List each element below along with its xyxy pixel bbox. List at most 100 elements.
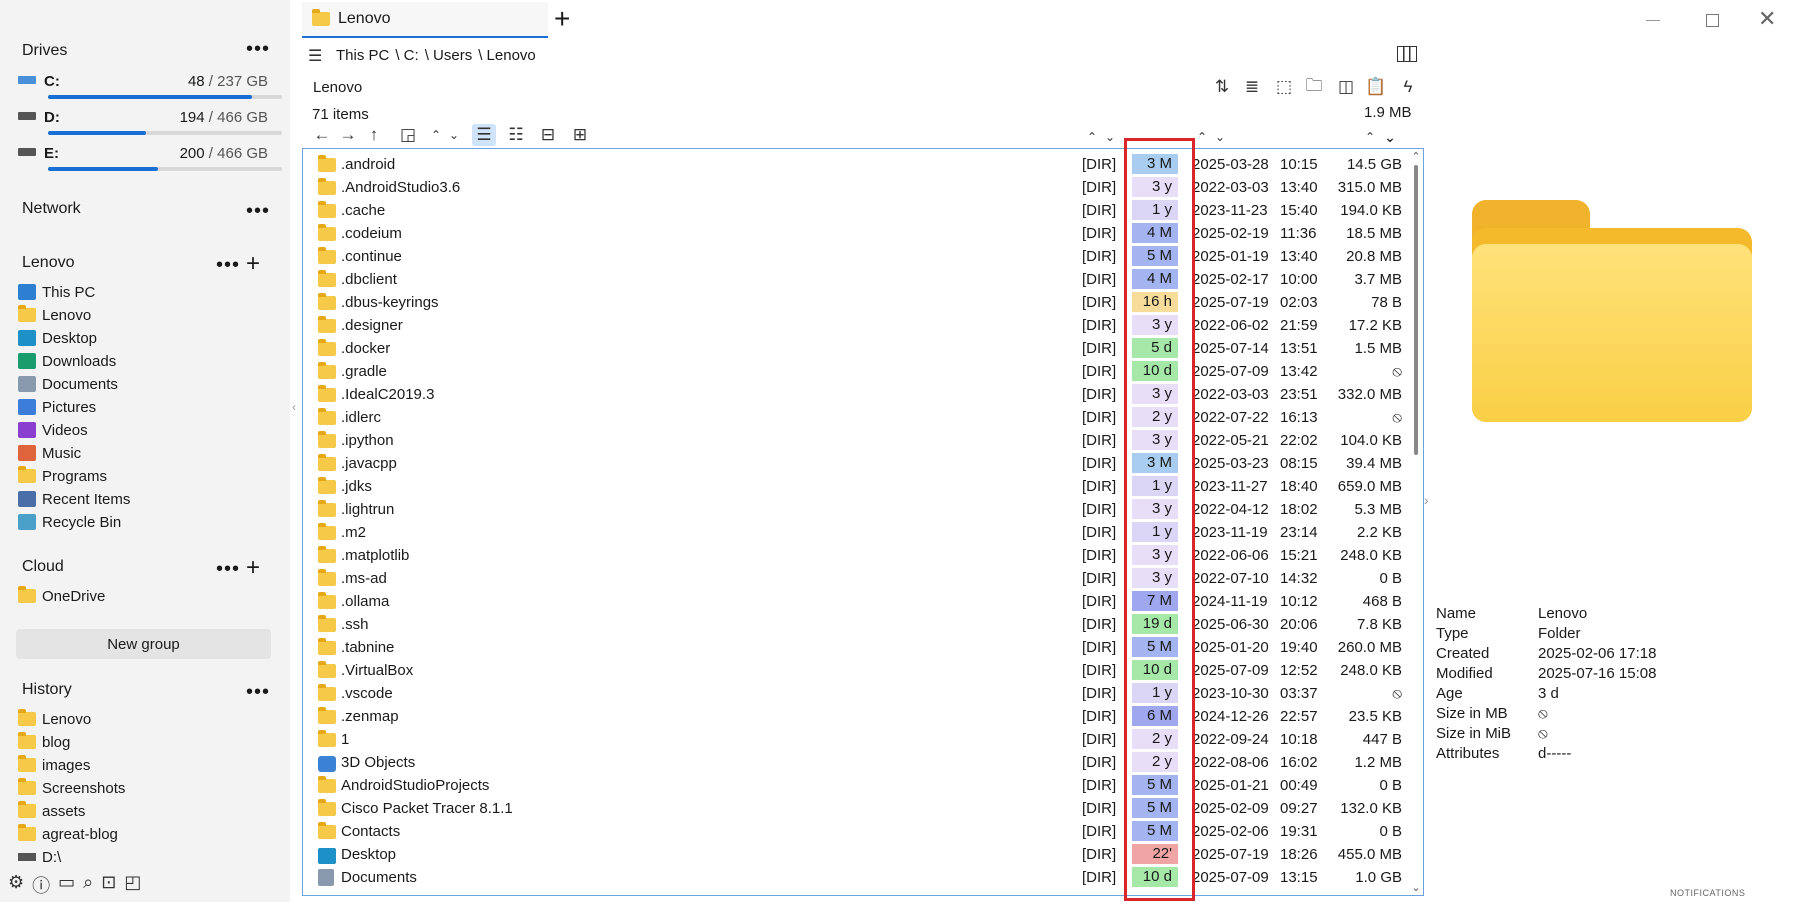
close-icon[interactable]: ✕ (1758, 6, 1776, 32)
maximize-icon[interactable] (1706, 14, 1719, 27)
table-row[interactable]: .AndroidStudio3.6 [DIR] 3 y 2022-03-03 13:40… (302, 176, 1422, 199)
history-item[interactable]: agreat-blog (18, 823, 118, 845)
view-tiles-icon[interactable]: ⊞ (568, 124, 592, 146)
breadcrumb-this-pc[interactable]: This PC (336, 47, 389, 64)
table-row[interactable]: .dbus-keyrings [DIR] 16 h 2025-07-19 02:03 78… (302, 291, 1422, 314)
table-row[interactable]: AndroidStudioProjects [DIR] 5 M 2025-01-21 0… (302, 774, 1422, 797)
table-row[interactable]: .ipython [DIR] 3 y 2022-05-21 22:02 104.0 KB (302, 429, 1422, 452)
notifications-label[interactable]: NOTIFICATIONS (1670, 888, 1745, 898)
table-row[interactable]: .ms-ad [DIR] 3 y 2022-07-10 14:32 0 B (302, 567, 1422, 590)
panel-icon[interactable]: ▭ (58, 872, 75, 898)
table-row[interactable]: .zenmap [DIR] 6 M 2024-12-26 22:57 23.5 KB (302, 705, 1422, 728)
table-row[interactable]: .lightrun [DIR] 3 y 2022-04-12 18:02 5.3 MB (302, 498, 1422, 521)
cloud-add-icon[interactable]: + (246, 556, 260, 580)
history-item[interactable]: images (18, 754, 90, 776)
sidebar-item-6[interactable]: Videos (18, 419, 88, 441)
table-row[interactable]: .matplotlib [DIR] 3 y 2022-06-06 15:21 248.0 … (302, 544, 1422, 567)
breadcrumb-lenovo[interactable]: \ Lenovo (478, 47, 536, 64)
view-list-icon[interactable]: ☰ (472, 124, 496, 146)
scroll-down-icon[interactable]: ⌄ (1410, 881, 1422, 894)
view-details-icon[interactable]: ☷ (504, 124, 528, 146)
places-add-icon[interactable]: + (246, 252, 260, 276)
table-row[interactable]: .dbclient [DIR] 4 M 2025-02-17 10:00 3.7 MB (302, 268, 1422, 291)
table-row[interactable]: Desktop [DIR] 22' 2025-07-19 18:26 455.0 MB (302, 843, 1422, 866)
sidebar-item-0[interactable]: This PC (18, 281, 95, 303)
table-row[interactable]: .docker [DIR] 5 d 2025-07-14 13:51 1.5 MB (302, 337, 1422, 360)
select-icon[interactable]: ⬚ (1272, 76, 1296, 98)
table-row[interactable]: .gradle [DIR] 10 d 2025-07-09 13:42 ⦸ (302, 360, 1422, 383)
new-group-button[interactable]: New group (16, 629, 271, 659)
columns-icon[interactable] (1397, 46, 1417, 62)
new-folder-icon[interactable]: 🗀 (1302, 76, 1326, 98)
network-more-icon[interactable]: ••• (246, 201, 270, 221)
history-item[interactable]: Screenshots (18, 777, 125, 799)
new-file-icon[interactable]: ◫ (1334, 76, 1358, 98)
scrollbar[interactable]: ⌃ ⌄ (1410, 150, 1422, 894)
sidebar-item-2[interactable]: Desktop (18, 327, 97, 349)
sidebar-item-8[interactable]: Programs (18, 465, 107, 487)
forward-icon[interactable]: → (336, 124, 360, 146)
sort-icon[interactable]: ⇅ (1210, 76, 1234, 98)
preview-splitter[interactable]: › (1424, 492, 1429, 508)
table-row[interactable]: 3D Objects [DIR] 2 y 2022-08-06 16:02 1.2 MB (302, 751, 1422, 774)
table-row[interactable]: .IdealC2019.3 [DIR] 3 y 2022-03-03 23:51 332.… (302, 383, 1422, 406)
table-row[interactable]: .ollama [DIR] 7 M 2024-11-19 10:12 468 B (302, 590, 1422, 613)
sidebar-item-5[interactable]: Pictures (18, 396, 96, 418)
search-icon[interactable]: ⌕ (83, 872, 93, 898)
info-icon[interactable]: ⓘ (32, 872, 50, 898)
table-row[interactable]: .android [DIR] 3 M 2025-03-28 10:15 14.5 GB (302, 153, 1422, 176)
sidebar-item-onedrive[interactable]: OneDrive (18, 585, 105, 607)
table-row[interactable]: .tabnine [DIR] 5 M 2025-01-20 19:40 260.0 MB (302, 636, 1422, 659)
lightning-icon[interactable]: ϟ (1396, 76, 1420, 98)
sidebar-item-3[interactable]: Downloads (18, 350, 116, 372)
breadcrumb-c[interactable]: \ C: (395, 47, 418, 64)
table-row[interactable]: .javacpp [DIR] 3 M 2025-03-23 08:15 39.4 MB (302, 452, 1422, 475)
drives-more-icon[interactable]: ••• (246, 39, 270, 59)
table-row[interactable]: .VirtualBox [DIR] 10 d 2025-07-09 12:52 248.0… (302, 659, 1422, 682)
table-row[interactable]: .jdks [DIR] 1 y 2023-11-27 18:40 659.0 MB (302, 475, 1422, 498)
table-row[interactable]: .cache [DIR] 1 y 2023-11-23 15:40 194.0 KB (302, 199, 1422, 222)
table-row[interactable]: Documents [DIR] 10 d 2025-07-09 13:15 1.0 GB (302, 866, 1422, 889)
history-item[interactable]: blog (18, 731, 70, 753)
new-window-icon[interactable]: ◰ (124, 872, 141, 898)
history-item[interactable]: D:\ (18, 846, 61, 868)
back-icon[interactable]: ← (310, 124, 334, 146)
breadcrumb-users[interactable]: \ Users (425, 47, 473, 64)
table-row[interactable]: .idlerc [DIR] 2 y 2022-07-22 16:13 ⦸ (302, 406, 1422, 429)
sort-desc-icon[interactable]: ⌄ (442, 124, 466, 146)
sidebar-splitter[interactable]: ‹ (292, 400, 298, 470)
minimize-icon[interactable] (1646, 20, 1660, 21)
date-sort-desc-icon[interactable]: ⌄ (1208, 126, 1232, 148)
table-row[interactable]: Contacts [DIR] 5 M 2025-02-06 19:31 0 B (302, 820, 1422, 843)
table-row[interactable]: .codeium [DIR] 4 M 2025-02-19 11:36 18.5 MB (302, 222, 1422, 245)
sidebar-item-10[interactable]: Recycle Bin (18, 511, 121, 533)
paste-icon[interactable]: 📋 (1364, 76, 1388, 98)
sidebar-item-7[interactable]: Music (18, 442, 81, 464)
up-icon[interactable]: ↑ (362, 124, 386, 146)
tab-lenovo[interactable]: Lenovo (302, 2, 548, 38)
table-row[interactable]: .m2 [DIR] 1 y 2023-11-19 23:14 2.2 KB (302, 521, 1422, 544)
table-row[interactable]: .ssh [DIR] 19 d 2025-06-30 20:06 7.8 KB (302, 613, 1422, 636)
places-more-icon[interactable]: ••• (216, 255, 240, 275)
settings-icon[interactable]: ⚙ (8, 872, 24, 898)
history-more-icon[interactable]: ••• (246, 682, 270, 702)
table-row[interactable]: 1 [DIR] 2 y 2022-09-24 10:18 447 B (302, 728, 1422, 751)
sidebar-item-1[interactable]: Lenovo (18, 304, 91, 326)
history-item[interactable]: Lenovo (18, 708, 91, 730)
table-row[interactable]: Cisco Packet Tracer 8.1.1 [DIR] 5 M 2025-02… (302, 797, 1422, 820)
open-folder-icon[interactable]: ◲ (396, 124, 420, 146)
breadcrumb-menu-icon[interactable]: ☰ (308, 46, 322, 66)
details-list-icon[interactable]: ≣ (1240, 76, 1264, 98)
new-tab-icon[interactable]: + (554, 4, 570, 34)
cloud-more-icon[interactable]: ••• (216, 559, 240, 579)
history-item[interactable]: assets (18, 800, 85, 822)
table-row[interactable]: .vscode [DIR] 1 y 2023-10-30 03:37 ⦸ (302, 682, 1422, 705)
scrollbar-thumb[interactable] (1414, 165, 1418, 455)
table-row[interactable]: .continue [DIR] 5 M 2025-01-19 13:40 20.8 MB (302, 245, 1422, 268)
table-row[interactable]: .designer [DIR] 3 y 2022-06-02 21:59 17.2 KB (302, 314, 1422, 337)
sidebar-item-4[interactable]: Documents (18, 373, 118, 395)
scroll-up-icon[interactable]: ⌃ (1410, 150, 1422, 163)
sidebar-item-9[interactable]: Recent Items (18, 488, 130, 510)
view-tree-icon[interactable]: ⊟ (536, 124, 560, 146)
col-sort-desc-icon[interactable]: ⌄ (1098, 126, 1122, 148)
